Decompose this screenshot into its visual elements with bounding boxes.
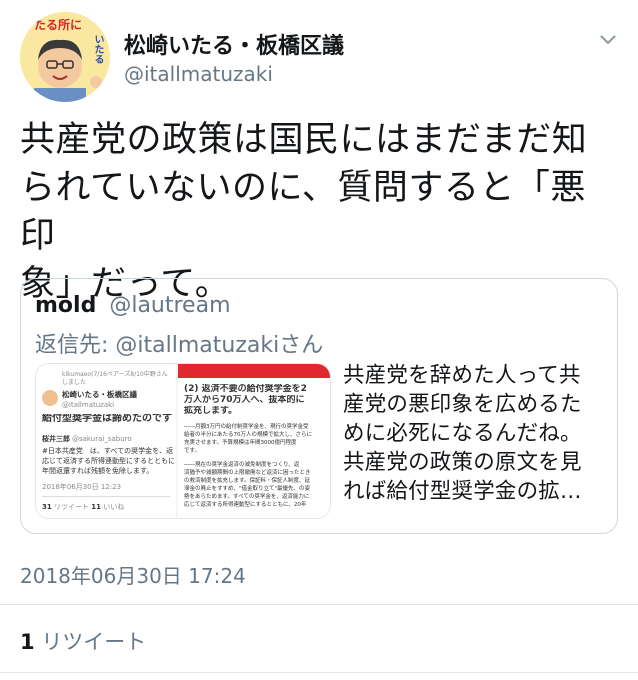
media-stats: 31 リツイート 11 いいね <box>42 502 124 512</box>
author-name[interactable]: 松崎いたる・板橋区議 <box>124 28 344 60</box>
media-rt-count: 31 <box>42 503 52 511</box>
quoted-text-line: れば給付型奨学金の拡… <box>343 479 582 504</box>
retweet-count-link[interactable]: 1 リツイート <box>20 626 146 656</box>
media-right-panel: (2) 返済不要の給付奨学金を2 万人から70万人へ、抜本的に 拡充します。 ―… <box>178 364 330 518</box>
media-heading: 拡充します。 <box>184 406 238 416</box>
author-avatar[interactable]: たる所に いたる <box>20 12 110 102</box>
quoted-author-handle: @lautream <box>109 293 231 318</box>
author-handle[interactable]: @itallmatuzaki <box>124 62 273 86</box>
chevron-down-icon[interactable] <box>598 30 618 50</box>
media-divider <box>42 496 170 497</box>
divider <box>0 672 638 673</box>
media-heading: (2) 返済不要の給付奨学金を2 <box>184 384 307 394</box>
retweet-label: リツイート <box>41 630 147 654</box>
quoted-media-image[interactable]: kikumaoo(7/16ペアーズ8/10中野さん しました 松崎いたる・板橋区… <box>35 363 331 519</box>
quoted-tweet[interactable]: mold @lautream 返信先: @itallmatuzakiさん kik… <box>20 278 618 534</box>
media-reply-name: 桜井三郎 <box>42 435 70 443</box>
media-heading: 万人から70万人へ、抜本的に <box>184 395 305 405</box>
quoted-text-line: 共産党を辞めた人って共 <box>343 363 581 388</box>
quoted-author-name: mold <box>35 293 97 318</box>
quoted-text-line: 産党の悪印象を広めるた <box>343 392 582 417</box>
media-body: #日本共産党 は、すべての奨学金を、返 <box>42 447 174 455</box>
quoted-author: mold @lautream <box>35 293 231 318</box>
quoted-text-line: 共産党の政策の原文を見 <box>343 450 582 475</box>
avatar-text-top: たる所に <box>34 18 83 32</box>
tweet-text-line: 共産党の政策は国民にはまだまだ知 <box>20 120 588 160</box>
reply-suffix: さん <box>279 333 324 358</box>
media-like-count: 11 <box>91 503 101 511</box>
media-body: 応じて返済する所得連動型にするとともに <box>42 457 174 465</box>
media-rt-label: リツイート <box>53 503 89 511</box>
reply-prefix: 返信先: <box>35 333 109 358</box>
media-left-panel: kikumaoo(7/16ペアーズ8/10中野さん しました 松崎いたる・板橋区… <box>36 364 176 518</box>
media-date: 2018年06月30日 12:23 <box>42 483 122 491</box>
reply-to-line: 返信先: @itallmatuzakiさん <box>35 327 323 359</box>
divider <box>0 604 638 605</box>
quoted-tweet-text: 共産党を辞めた人って共 産党の悪印象を広めるた めに必死になるんだね。 共産党の… <box>343 361 609 506</box>
tweet-timestamp[interactable]: 2018年06月30日 17:24 <box>20 560 246 589</box>
media-header2: しました <box>62 379 87 386</box>
tweet-text-line: られていないのに、質問すると「悪印 <box>20 168 586 256</box>
media-reply-handle: @sakurai_saburo <box>72 435 132 443</box>
media-paragraph: です。 <box>184 448 200 454</box>
reply-handle[interactable]: @itallmatuzaki <box>115 333 279 358</box>
media-body: 年間返還すれば残額を免除します。 <box>42 467 154 475</box>
media-title: 給付型奨学金は諦めたのです <box>42 414 172 424</box>
media-paragraph: 応じて返済する所得連動型にするとともに、20年 <box>184 502 307 508</box>
quoted-text-line: めに必死になるんだね。 <box>343 421 582 446</box>
media-like-label: いいね <box>103 503 125 511</box>
media-avatar <box>42 390 58 406</box>
media-handle: @itallmatuzaki <box>62 401 115 409</box>
media-name: 松崎いたる・板橋区議 <box>62 390 137 399</box>
avatar-text-side: いたる <box>92 34 103 64</box>
media-red-bar <box>178 364 330 378</box>
retweet-count: 1 <box>20 630 35 654</box>
